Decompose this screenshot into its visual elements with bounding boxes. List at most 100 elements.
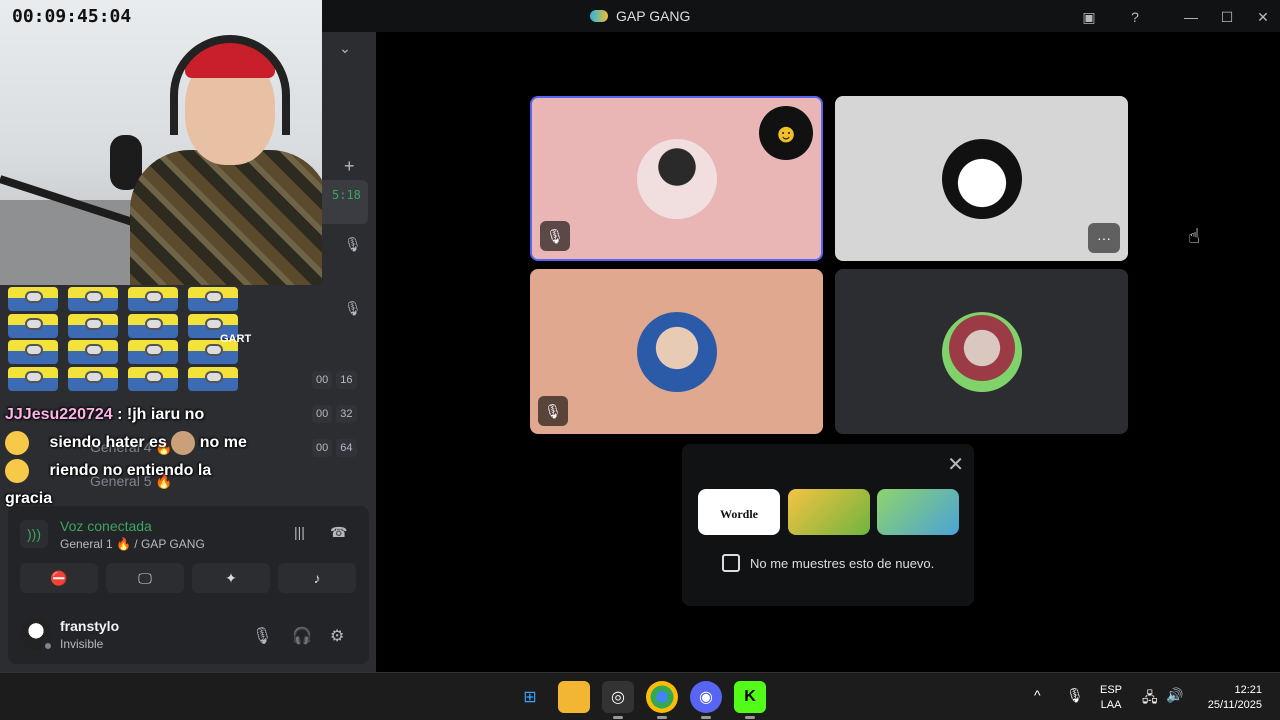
close-icon[interactable]: ✕ [1252,6,1274,28]
stream-timer: 00:09:45:04 [12,6,132,27]
more-options-icon[interactable]: ··· [1088,223,1120,253]
activity-card-wordle[interactable]: Wordle [698,489,780,535]
noise-suppression-icon[interactable]: ||| [294,524,305,540]
thinking-emoji-icon [5,430,29,455]
chat-line: siendo hater es no me [5,429,295,457]
obs-icon[interactable]: ◎ [602,681,634,719]
server-logo-icon [590,10,608,22]
chevron-down-icon[interactable]: ⌄ [322,40,368,70]
soundboard-button[interactable]: ♪ [278,563,356,593]
chrome-icon[interactable] [646,681,678,719]
headphones-icon[interactable]: 🎧 [292,626,312,646]
window-title-text: GAP GANG [616,8,691,24]
dont-show-again-label[interactable]: No me muestres esto de nuevo. [750,556,934,571]
chat-line: riendo no entiendo la [5,457,295,485]
windows-taskbar: ⊞ ◎ ◉ K ^ 🎙 ESP LAA 🖧 🔊 12:21 25/11/2025 [0,672,1280,720]
counter-current: 00 [312,439,333,457]
minion-emote [8,366,58,391]
add-channel-icon[interactable]: + [344,156,355,177]
language-code: ESP [1100,684,1123,696]
activities-button[interactable]: ✦ [192,563,270,593]
network-icon[interactable]: 🖧 [1142,687,1158,711]
system-clock[interactable]: 12:21 25/11/2025 [1192,683,1262,713]
hand-cursor-icon: ☝ [1188,226,1201,248]
minion-emote [68,366,118,391]
participant-avatar [941,311,1022,392]
language-indicator[interactable]: ESP LAA [1100,683,1122,713]
participant-tile[interactable]: ☻ 🎙 [530,96,823,261]
user-status: Invisible [60,637,104,651]
chat-username: JJJesu220724 [5,406,113,423]
mic-muted-icon: 🎙 [344,236,362,252]
close-icon[interactable]: ✕ [947,452,964,477]
soundboard-icon: ♪ [313,570,321,586]
participant-avatar [636,311,717,392]
participant-tile[interactable]: 🎙 [530,269,823,434]
file-explorer-icon[interactable] [558,681,590,713]
activity-card-chess[interactable] [877,489,959,535]
camera-off-icon: ⛔ [50,569,68,586]
chat-text: no me [199,434,247,451]
signal-icon[interactable]: ))) [20,520,48,548]
window-title: GAP GANG [590,8,690,24]
minion-emote [68,340,118,364]
activity-card-farm[interactable] [788,489,870,535]
volume-icon[interactable]: 🔊 [1166,687,1183,704]
minion-emote [188,287,238,311]
counter-limit: 64 [336,439,357,457]
maximize-icon[interactable]: ☐ [1216,6,1238,28]
minimize-icon[interactable]: — [1180,6,1202,28]
keyboard-layout: LAA [1100,699,1122,711]
minion-emote [68,287,118,311]
participant-tile[interactable] [835,269,1128,434]
counter-limit: 16 [336,371,357,389]
disconnect-icon[interactable]: ☎ [330,524,347,541]
chat-text: siendo hater es [49,434,167,451]
screen-share-button[interactable]: 🖵 [106,563,184,593]
counter-current: 00 [312,405,333,423]
chevron-up-icon[interactable]: ^ [1034,687,1041,703]
minion-emote [8,287,58,311]
chat-line: JJJesu220724 : !jh iaru no [5,401,295,429]
windows-start-icon[interactable]: ⊞ [514,681,546,713]
voice-status[interactable]: Voz conectada [60,518,152,534]
nerd-emoji-icon: ☻ [759,106,813,160]
streamer-webcam: 00:09:45:04 [0,0,322,285]
discord-icon[interactable]: ◉ [690,681,722,719]
clock-date: 25/11/2025 [1207,699,1262,711]
voice-connection-panel: ))) Voz conectada General 1 🔥 / GAP GANG… [8,506,369,664]
clock-time: 12:21 [1234,684,1262,696]
channel-timer: 5:18 [322,180,368,224]
minion-emote [188,366,238,391]
minion-emote [128,366,178,391]
help-icon[interactable]: ? [1124,6,1146,28]
microphone-icon[interactable]: 🎙 [252,626,272,646]
counter-limit: 32 [336,405,357,423]
minion-emote [68,313,118,338]
activity-suggestions-popup: ✕ Wordle No me muestres esto de nuevo. [682,444,974,606]
chat-text: gracia [5,490,53,507]
kick-icon[interactable]: K [734,681,766,719]
screen: GAP GANG ▣ ? — ☐ ✕ ⌄ + 5:18 🎙 🎙 00 16 00… [0,0,1280,720]
user-panel: franstylo Invisible 🎙 🎧 ⚙ [8,606,369,664]
dont-show-again-checkbox[interactable] [722,554,740,572]
dont-show-again-row[interactable]: No me muestres esto de nuevo. [722,554,934,572]
screen-share-icon[interactable]: ▣ [1078,6,1100,28]
participant-avatar [941,138,1022,219]
minion-emote [8,313,58,338]
counter-current: 00 [312,371,333,389]
minion-emote [128,313,178,338]
microphone-icon[interactable]: 🎙 [1066,687,1084,704]
stream-chat-overlay: JJJesu220724 : !jh iaru no siendo hater … [5,401,295,513]
settings-gear-icon[interactable]: ⚙ [330,626,344,646]
activities-icon: ✦ [225,569,237,586]
participant-tile[interactable]: ··· [835,96,1128,261]
mic-muted-icon: 🎙 [344,300,362,316]
username[interactable]: franstylo [60,618,119,634]
overlay-label: GART [220,333,252,345]
voice-channel-name[interactable]: General 1 🔥 / GAP GANG [60,537,205,551]
status-indicator [42,640,54,652]
camera-off-button[interactable]: ⛔ [20,563,98,593]
minion-emote [128,287,178,311]
mic-muted-icon: 🎙 [538,396,568,426]
